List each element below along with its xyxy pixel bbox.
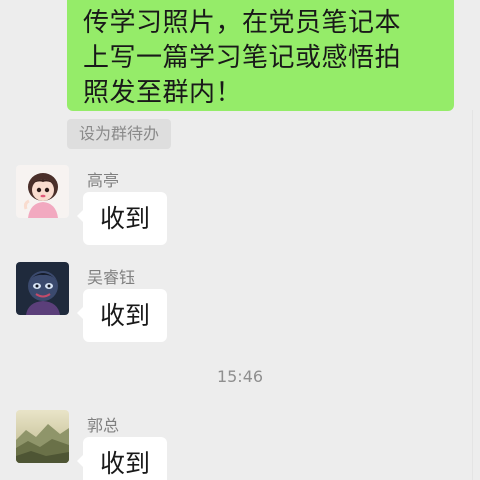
set-group-todo-button[interactable]: 设为群待办 [67, 119, 172, 149]
sender-name: 郭总 [87, 416, 120, 435]
avatar[interactable] [16, 262, 69, 315]
outgoing-message-line: 照发至群内！ [83, 78, 243, 108]
cartoon-character-avatar-icon [16, 262, 69, 315]
chat-window: 传学习照片，在党员笔记本 上写一篇学习笔记或感悟拍 照发至群内！ 设为群待办 高… [0, 0, 480, 480]
outgoing-message-bubble[interactable]: 传学习照片，在党员笔记本 上写一篇学习笔记或感悟拍 照发至群内！ [67, 0, 454, 111]
incoming-message-bubble[interactable]: 收到 [76, 192, 168, 245]
scroll-edge [472, 110, 480, 480]
landscape-avatar-icon [16, 410, 69, 463]
outgoing-message-line: 传学习照片，在党员笔记本 [83, 8, 402, 38]
outgoing-message-line: 上写一篇学习笔记或感悟拍 [83, 43, 402, 73]
cartoon-girl-avatar-icon [16, 165, 69, 218]
message-timestamp: 15:46 [216, 367, 264, 386]
incoming-message-bubble[interactable]: 收到 [76, 437, 168, 480]
avatar[interactable] [16, 410, 69, 463]
incoming-message-bubble[interactable]: 收到 [76, 289, 168, 342]
sender-name: 高亭 [87, 171, 120, 190]
sender-name: 吴睿钰 [87, 268, 136, 287]
avatar[interactable] [16, 165, 69, 218]
